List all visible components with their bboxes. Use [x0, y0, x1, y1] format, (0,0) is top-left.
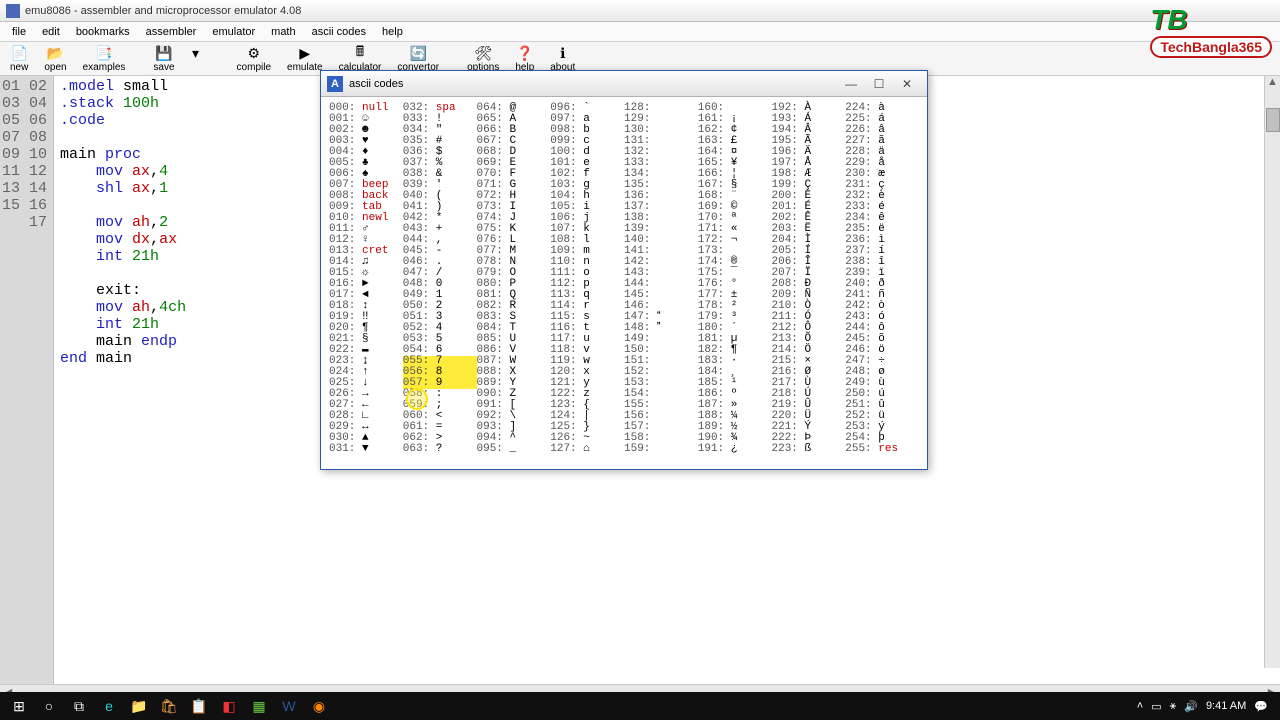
- save-icon: 💾: [155, 44, 173, 62]
- app-icon-1[interactable]: 📋: [184, 694, 214, 718]
- open-button[interactable]: 📂open: [38, 42, 72, 75]
- app-icon-3[interactable]: ◉: [304, 694, 334, 718]
- menu-help[interactable]: help: [374, 24, 411, 40]
- menubar: fileeditbookmarksassembleremulatormathas…: [0, 22, 1280, 42]
- new-icon: 📄: [10, 44, 28, 62]
- logo-text: TechBangla365: [1150, 36, 1272, 58]
- logo-brand: TB: [1150, 4, 1272, 36]
- line-gutter: 01 02 03 04 05 06 07 08 09 10 11 12 13 1…: [0, 76, 54, 684]
- menu-ascii-codes[interactable]: ascii codes: [304, 24, 374, 40]
- close-button[interactable]: ✕: [893, 77, 921, 91]
- app-icon: [6, 4, 20, 18]
- menu-emulator[interactable]: emulator: [204, 24, 263, 40]
- convertor-icon: 🔄: [409, 44, 427, 62]
- menu-edit[interactable]: edit: [34, 24, 68, 40]
- save-button[interactable]: 💾save: [147, 42, 180, 75]
- ascii-127: 127: ⌂: [550, 444, 624, 455]
- store-icon[interactable]: 🛍: [154, 694, 184, 718]
- ascii-191: 191: ¿: [698, 444, 772, 455]
- minimize-button[interactable]: —: [837, 77, 865, 91]
- ascii-window-title: ascii codes: [349, 78, 403, 90]
- ascii-63: 063: ?: [403, 444, 477, 455]
- tray-up-icon[interactable]: ˄: [1137, 700, 1143, 712]
- start-button[interactable]: ⊞: [4, 694, 34, 718]
- ascii-titlebar[interactable]: A ascii codes — ☐ ✕: [321, 71, 927, 97]
- calculator-icon: 🖩: [351, 44, 369, 62]
- system-tray[interactable]: ˄ ▭ ⚹ 🔊 9:41 AM 💬: [1129, 700, 1276, 713]
- edge-icon[interactable]: e: [94, 694, 124, 718]
- menu-math[interactable]: math: [263, 24, 303, 40]
- options-icon: 🛠: [474, 44, 492, 62]
- examples-icon: 📑: [95, 44, 113, 62]
- explorer-icon[interactable]: 📁: [124, 694, 154, 718]
- ascii-app-icon: A: [327, 76, 343, 92]
- ascii-codes-window: A ascii codes — ☐ ✕ 000: null001: ☺002: …: [320, 70, 928, 470]
- app-icon-2[interactable]: ▦: [244, 694, 274, 718]
- main-titlebar: emu8086 - assembler and microprocessor e…: [0, 0, 1280, 22]
- ascii-159: 159: : [624, 444, 698, 455]
- about-icon: ℹ: [554, 44, 572, 62]
- volume-icon[interactable]: 🔊: [1184, 700, 1198, 713]
- ascii-table: 000: null001: ☺002: ☻003: ♥004: ♦005: ♣0…: [321, 97, 927, 469]
- emulate-icon: ▶: [296, 44, 314, 62]
- window-title: emu8086 - assembler and microprocessor e…: [25, 5, 301, 17]
- new-button[interactable]: 📄new: [4, 42, 34, 75]
- ascii-255: 255: res: [845, 444, 919, 455]
- notifications-icon[interactable]: 💬: [1254, 700, 1268, 713]
- word-icon[interactable]: W: [274, 694, 304, 718]
- watermark-logo: TB TechBangla365: [1150, 4, 1272, 58]
- ascii-95: 095: _: [477, 444, 551, 455]
- open-icon: 📂: [46, 44, 64, 62]
- windows-taskbar[interactable]: ⊞ ○ ⧉ e 📁 🛍 📋 ◧ ▦ W ◉ ˄ ▭ ⚹ 🔊 9:41 AM 💬: [0, 692, 1280, 720]
- ascii-223: 223: ß: [772, 444, 846, 455]
- cortana-icon[interactable]: ○: [34, 694, 64, 718]
- taskview-icon[interactable]: ⧉: [64, 694, 94, 718]
- compile-icon: ⚙: [245, 44, 263, 62]
- compile-button[interactable]: ⚙compile: [231, 42, 277, 75]
- chevron-down-icon: ▾: [187, 44, 205, 62]
- maximize-button[interactable]: ☐: [865, 77, 893, 91]
- help-icon: ❓: [516, 44, 534, 62]
- menu-assembler[interactable]: assembler: [138, 24, 205, 40]
- menu-bookmarks[interactable]: bookmarks: [68, 24, 138, 40]
- vertical-scrollbar[interactable]: ▲: [1264, 76, 1280, 668]
- wifi-icon[interactable]: ⚹: [1170, 700, 1177, 713]
- battery-icon[interactable]: ▭: [1151, 700, 1161, 713]
- scroll-thumb[interactable]: [1266, 108, 1280, 132]
- menu-file[interactable]: file: [4, 24, 34, 40]
- save-dropdown[interactable]: ▾: [185, 42, 207, 75]
- acrobat-icon[interactable]: ◧: [214, 694, 244, 718]
- scroll-up-icon[interactable]: ▲: [1265, 76, 1280, 92]
- ascii-31: 031: ▼: [329, 444, 403, 455]
- examples-button[interactable]: 📑examples: [77, 42, 132, 75]
- clock[interactable]: 9:41 AM: [1206, 700, 1246, 712]
